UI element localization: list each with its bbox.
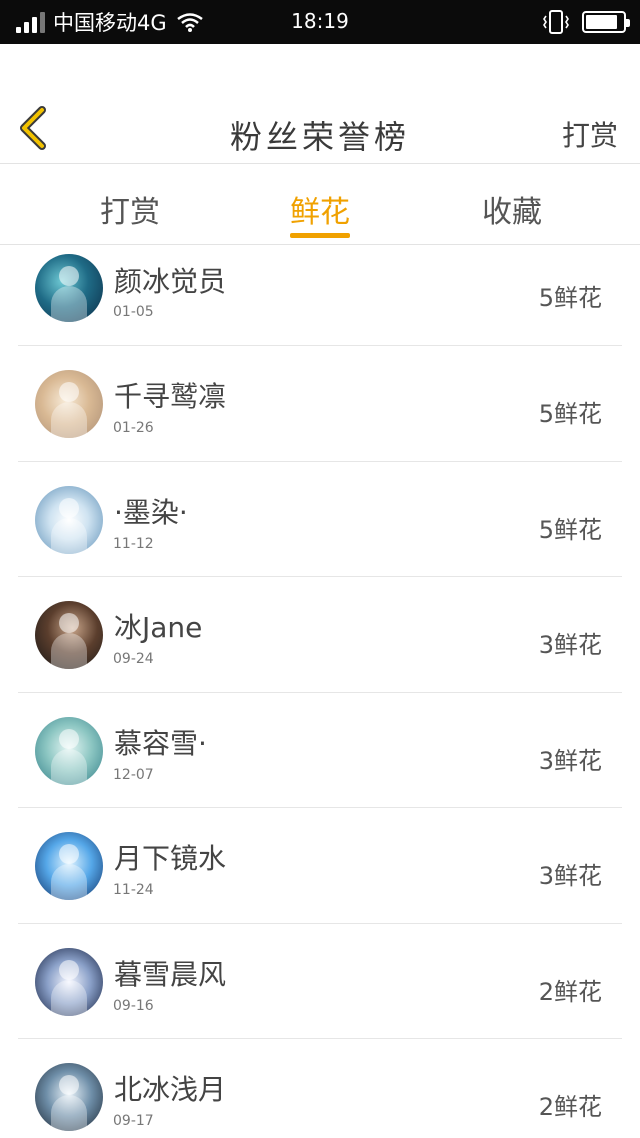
list-item[interactable]: 千寻鹫凛 01-26 5鲜花 bbox=[18, 346, 622, 462]
avatar bbox=[35, 370, 103, 438]
status-bar-right bbox=[542, 8, 630, 36]
list-item[interactable]: 月下镜水 11-24 3鲜花 bbox=[18, 808, 622, 924]
fan-date: 01-05 bbox=[113, 304, 154, 320]
list-item[interactable]: 暮雪晨风 09-16 2鲜花 bbox=[18, 924, 622, 1039]
fan-amount: 5鲜花 bbox=[538, 515, 602, 544]
tab-active-indicator bbox=[290, 233, 350, 238]
vibrate-icon bbox=[543, 10, 569, 34]
status-bar: 中国移动4G 18:19 bbox=[0, 0, 640, 44]
fan-name: 千寻鹫凛 bbox=[114, 380, 227, 413]
list-item[interactable]: 冰Jane 09-24 3鲜花 bbox=[18, 577, 622, 693]
fan-date: 09-24 bbox=[113, 651, 154, 667]
battery-icon bbox=[582, 11, 630, 33]
fan-name: 暮雪晨风 bbox=[114, 957, 227, 991]
fan-name: 冰Jane bbox=[114, 611, 203, 644]
avatar bbox=[35, 1063, 103, 1131]
list-item[interactable]: ·墨染· 11-12 5鲜花 bbox=[18, 462, 622, 577]
avatar bbox=[35, 601, 103, 669]
fan-date: 11-12 bbox=[113, 535, 154, 552]
battery-level bbox=[586, 15, 617, 29]
fan-amount: 3鲜花 bbox=[538, 746, 602, 775]
avatar bbox=[35, 947, 103, 1016]
fan-date: 12-07 bbox=[113, 766, 154, 783]
fan-amount: 2鲜花 bbox=[538, 977, 602, 1006]
fan-date: 01-26 bbox=[113, 420, 154, 436]
fan-amount: 5鲜花 bbox=[538, 400, 602, 428]
fan-date: 09-16 bbox=[113, 997, 154, 1014]
tab-reward[interactable]: 打赏 bbox=[70, 187, 190, 231]
fan-name: 月下镜水 bbox=[114, 842, 227, 875]
fan-date: 09-17 bbox=[113, 1113, 154, 1129]
avatar bbox=[35, 254, 103, 322]
fan-name: 慕容雪· bbox=[114, 726, 207, 760]
avatar bbox=[35, 716, 103, 785]
tab-flowers[interactable]: 鲜花 bbox=[260, 187, 380, 231]
fan-amount: 3鲜花 bbox=[538, 631, 602, 659]
page-title: 粉丝荣誉榜 bbox=[229, 118, 410, 156]
avatar bbox=[35, 485, 103, 554]
tab-favorites[interactable]: 收藏 bbox=[452, 187, 572, 231]
fan-amount: 5鲜花 bbox=[538, 284, 602, 312]
fan-list: 颜冰觉员 01-05 5鲜花 千寻鹫凛 01-26 5鲜花 ·墨染· 11-12… bbox=[0, 246, 640, 1138]
avatar bbox=[35, 832, 103, 900]
tab-bar: 打赏 鲜花 收藏 bbox=[0, 165, 640, 245]
fan-name: 北冰浅月 bbox=[114, 1073, 227, 1106]
list-item[interactable]: 北冰浅月 09-17 2鲜花 bbox=[18, 1039, 622, 1138]
fan-date: 11-24 bbox=[113, 882, 154, 898]
fan-name: ·墨染· bbox=[114, 495, 188, 529]
fan-amount: 3鲜花 bbox=[538, 862, 602, 890]
fan-name: 颜冰觉员 bbox=[114, 265, 227, 298]
app-header: 粉丝荣誉榜 打赏 bbox=[0, 44, 640, 164]
list-item[interactable]: 慕容雪· 12-07 3鲜花 bbox=[18, 693, 622, 808]
reward-button[interactable]: 打赏 bbox=[562, 114, 618, 154]
fan-amount: 2鲜花 bbox=[538, 1093, 602, 1121]
list-item[interactable]: 颜冰觉员 01-05 5鲜花 bbox=[18, 246, 622, 346]
